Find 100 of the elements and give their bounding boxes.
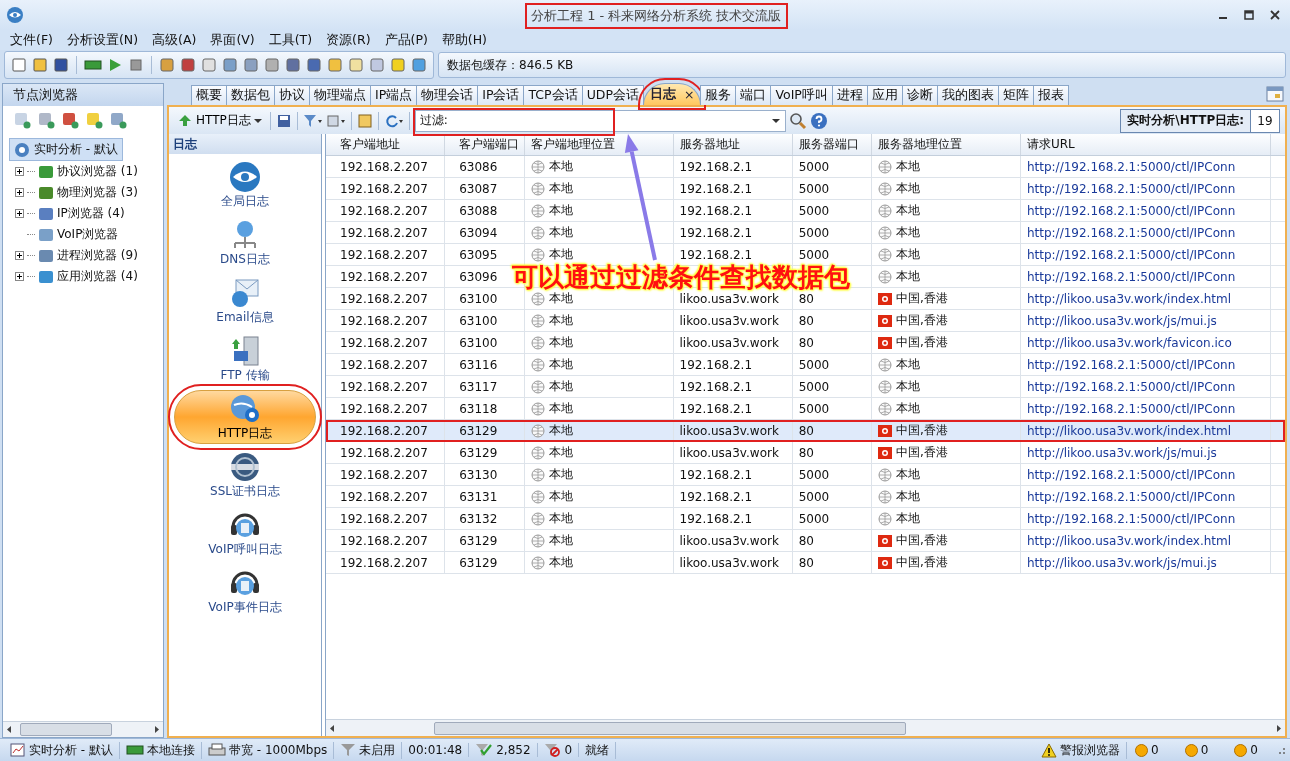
stop-icon[interactable]: [128, 57, 144, 73]
panel-tool-icon[interactable]: [61, 111, 79, 129]
column-header[interactable]: 服务器地理位置: [872, 134, 1021, 155]
log-type-item[interactable]: Email信息: [174, 274, 316, 328]
tab[interactable]: 概要: [191, 85, 227, 105]
resize-grip-icon[interactable]: [1276, 745, 1286, 755]
menu-item[interactable]: 文件(F): [10, 31, 53, 49]
toolbar-tool-icon[interactable]: [348, 57, 364, 73]
toolbar-tool-icon[interactable]: [53, 57, 69, 73]
tab[interactable]: 矩阵: [997, 85, 1034, 105]
toolbar-tool-icon[interactable]: [306, 57, 322, 73]
table-row[interactable]: 192.168.2.207 63088 本地 192.168.2.1 5000 本地 http://192.168.2.1:5000/ctl/IPConn: [326, 200, 1285, 222]
caret-icon[interactable]: [771, 117, 780, 124]
table-row[interactable]: 192.168.2.207 63129 本地 likoo.usa3v.work 80 中国,香港 http://likoo.usa3v.work/js/mui.js: [326, 552, 1285, 574]
menu-item[interactable]: 分析设置(N): [66, 31, 139, 49]
table-row[interactable]: 192.168.2.207 63094 本地 192.168.2.1 5000 本地 http://192.168.2.1:5000/ctl/IPConn: [326, 222, 1285, 244]
tab[interactable]: 诊断: [901, 85, 938, 105]
toolbar-tool-icon[interactable]: [285, 57, 301, 73]
tab[interactable]: 应用: [866, 85, 903, 105]
panel-tool-icon[interactable]: [13, 111, 31, 129]
tab[interactable]: TCP会话: [523, 85, 583, 105]
column-header[interactable]: 客户端地址: [326, 134, 446, 155]
tab[interactable]: IP会话: [477, 85, 525, 105]
panel-tool-icon[interactable]: [85, 111, 103, 129]
table-row[interactable]: 192.168.2.207 63129 本地 likoo.usa3v.work 80 中国,香港 http://likoo.usa3v.work/js/mui.js: [326, 442, 1285, 464]
tab[interactable]: 服务: [700, 85, 737, 105]
report-icon[interactable]: [356, 112, 373, 129]
table-row[interactable]: 192.168.2.207 63131 本地 192.168.2.1 5000 本地 http://192.168.2.1:5000/ctl/IPConn: [326, 486, 1285, 508]
adapter-icon[interactable]: [84, 57, 102, 73]
toolbar-tool-icon[interactable]: [369, 57, 385, 73]
column-header[interactable]: 请求URL: [1020, 134, 1271, 155]
table-row[interactable]: 192.168.2.207 63129 本地 likoo.usa3v.work 80 中国,香港 http://likoo.usa3v.work/index.html: [326, 420, 1285, 442]
tree-item[interactable]: 应用浏览器 (4): [57, 268, 138, 285]
tab[interactable]: 物理会话: [416, 85, 479, 105]
table-row[interactable]: 192.168.2.207 63132 本地 192.168.2.1 5000 本地 http://192.168.2.1:5000/ctl/IPConn: [326, 508, 1285, 530]
export-icon[interactable]: [325, 112, 346, 129]
table-row[interactable]: 192.168.2.207 63100 本地 likoo.usa3v.work 80 中国,香港 http://likoo.usa3v.work/js/mui.js: [326, 310, 1285, 332]
toolbar-tool-icon[interactable]: [159, 57, 175, 73]
tree-item[interactable]: IP浏览器 (4): [57, 205, 125, 222]
table-row[interactable]: 192.168.2.207 63087 本地 192.168.2.1 5000 本地 http://192.168.2.1:5000/ctl/IPConn: [326, 178, 1285, 200]
tree-root-item[interactable]: 实时分析 - 默认: [9, 138, 123, 161]
panel-tool-icon[interactable]: [109, 111, 127, 129]
panel-tool-icon[interactable]: [37, 111, 55, 129]
tab[interactable]: IP端点: [370, 85, 418, 105]
expand-icon[interactable]: [15, 251, 24, 260]
menu-item[interactable]: 工具(T): [268, 31, 313, 49]
log-type-item[interactable]: VoIP事件日志: [174, 564, 316, 618]
tab[interactable]: 报表: [1032, 85, 1069, 105]
log-view-button[interactable]: HTTP日志: [174, 110, 265, 131]
scrollbar-thumb[interactable]: [434, 721, 906, 735]
expand-icon[interactable]: [15, 188, 24, 197]
filter-icon[interactable]: [302, 112, 323, 129]
tree-item[interactable]: 协议浏览器 (1): [57, 163, 138, 180]
menu-item[interactable]: 资源(R): [326, 31, 371, 49]
close-tab-icon[interactable]: ×: [683, 87, 695, 102]
toolbar-tool-icon[interactable]: [180, 57, 196, 73]
log-type-item[interactable]: 全局日志: [174, 158, 316, 212]
expand-icon[interactable]: [15, 167, 24, 176]
menu-item[interactable]: 帮助(H): [441, 31, 487, 49]
refresh-icon[interactable]: [383, 112, 404, 129]
toolbar-tool-icon[interactable]: [243, 57, 259, 73]
tab[interactable]: 数据包: [226, 85, 275, 105]
log-type-item[interactable]: SSL证书日志: [174, 448, 316, 502]
maximize-icon[interactable]: [1244, 10, 1254, 20]
toolbar-tool-icon[interactable]: [327, 57, 343, 73]
toolbar-tool-icon[interactable]: [201, 57, 217, 73]
menu-item[interactable]: 界面(V): [210, 31, 255, 49]
log-type-item[interactable]: FTP 传输: [174, 332, 316, 386]
toolbar-tool-icon[interactable]: [390, 57, 406, 73]
toolbar-tool-icon[interactable]: [411, 57, 427, 73]
table-row[interactable]: 192.168.2.207 63086 本地 192.168.2.1 5000 本地 http://192.168.2.1:5000/ctl/IPConn: [326, 156, 1285, 178]
close-icon[interactable]: [1270, 10, 1280, 20]
toolbar-tool-icon[interactable]: [222, 57, 238, 73]
tab[interactable]: 协议: [274, 85, 310, 105]
column-header[interactable]: 服务器地址: [673, 134, 793, 155]
help-icon[interactable]: [809, 111, 828, 130]
save-icon[interactable]: [275, 112, 292, 129]
toolbar-tool-icon[interactable]: [32, 57, 48, 73]
menu-item[interactable]: 高级(A): [152, 31, 197, 49]
table-row[interactable]: 192.168.2.207 63129 本地 likoo.usa3v.work 80 中国,香港 http://likoo.usa3v.work/index.html: [326, 530, 1285, 552]
search-icon[interactable]: [788, 111, 807, 130]
toolbar-tool-icon[interactable]: [264, 57, 280, 73]
tab[interactable]: 我的图表: [936, 85, 999, 105]
tree-item[interactable]: VoIP浏览器: [57, 226, 119, 243]
alarm-browser-label[interactable]: 警报浏览器: [1060, 741, 1121, 759]
tree-item[interactable]: 进程浏览器 (9): [57, 247, 138, 264]
menu-item[interactable]: 产品(P): [384, 31, 428, 49]
tab[interactable]: UDP会话: [581, 85, 644, 105]
scrollbar-thumb[interactable]: [20, 723, 112, 736]
tree-item[interactable]: 物理浏览器 (3): [57, 184, 138, 201]
column-header[interactable]: 服务器端口: [792, 134, 873, 155]
table-row[interactable]: 192.168.2.207 63117 本地 192.168.2.1 5000 本地 http://192.168.2.1:5000/ctl/IPConn: [326, 376, 1285, 398]
calendar-icon[interactable]: [1266, 85, 1284, 103]
tab[interactable]: 物理端点: [309, 85, 371, 105]
log-type-item[interactable]: DNS日志: [174, 216, 316, 270]
tab[interactable]: 端口: [735, 85, 772, 105]
table-row[interactable]: 192.168.2.207 63100 本地 likoo.usa3v.work 80 中国,香港 http://likoo.usa3v.work/favicon.ico: [326, 332, 1285, 354]
expand-icon[interactable]: [15, 209, 24, 218]
play-icon[interactable]: [107, 57, 123, 73]
expand-icon[interactable]: [15, 272, 24, 281]
